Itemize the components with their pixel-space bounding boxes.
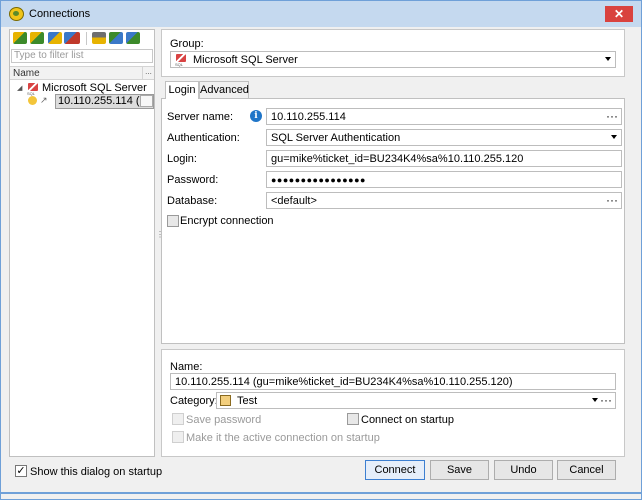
active-connection-label: Make it the active connection on startup: [186, 432, 380, 444]
add-group-icon[interactable]: [30, 32, 44, 44]
password-field[interactable]: ●●●●●●●●●●●●●●●●: [266, 171, 622, 188]
show-dialog-checkbox[interactable]: ✓: [15, 465, 27, 477]
sql-server-icon: SQL: [175, 54, 187, 67]
app-icon: [9, 7, 24, 21]
server-name-value: 10.110.255.114: [271, 111, 346, 123]
group-select-value: Microsoft SQL Server: [193, 54, 298, 66]
save-password-checkbox[interactable]: [172, 413, 184, 425]
undo-button[interactable]: Undo: [494, 460, 553, 480]
authentication-value: SQL Server Authentication: [271, 132, 401, 144]
password-label: Password:: [167, 174, 219, 186]
sql-server-icon: SQL: [27, 83, 39, 96]
tree-group-label[interactable]: Microsoft SQL Server: [42, 82, 147, 94]
authentication-label: Authentication:: [167, 132, 240, 144]
category-more-button[interactable]: ···: [600, 393, 612, 408]
chevron-down-icon: [605, 57, 611, 61]
name-field[interactable]: 10.110.255.114 (gu=mike%ticket_id=BU234K…: [170, 373, 616, 390]
name-column-label: Name: [13, 68, 40, 79]
login-panel: Server name: i 10.110.255.114 ··· Authen…: [161, 98, 625, 344]
tab-login[interactable]: Login: [165, 81, 199, 99]
group-label: Group:: [170, 38, 204, 50]
password-value: ●●●●●●●●●●●●●●●●: [271, 175, 366, 185]
active-connection-checkbox[interactable]: [172, 431, 184, 443]
chevron-down-icon: [611, 135, 617, 139]
name-label: Name:: [170, 361, 203, 373]
login-label: Login:: [167, 153, 197, 165]
save-button[interactable]: Save: [430, 460, 489, 480]
group-select[interactable]: SQL Microsoft SQL Server: [170, 51, 616, 68]
tree-connection-label: 10.110.255.114 (...: [58, 95, 149, 107]
save-password-label: Save password: [186, 414, 262, 426]
encrypt-connection-label: Encrypt connection: [180, 215, 274, 227]
database-field[interactable]: <default> ···: [266, 192, 622, 209]
database-value: <default>: [271, 195, 317, 207]
plug-icon: ↗: [40, 95, 48, 105]
category-color-swatch: [220, 395, 231, 406]
properties-icon[interactable]: [92, 32, 106, 44]
connect-on-startup-label: Connect on startup: [361, 414, 454, 426]
connections-dialog: Connections ✕ Type to filter list Name .…: [0, 0, 642, 500]
window-title: Connections: [29, 8, 91, 20]
delete-icon[interactable]: [64, 32, 80, 44]
title-bar: Connections ✕: [1, 1, 641, 27]
authentication-select[interactable]: SQL Server Authentication: [266, 129, 622, 146]
import-icon[interactable]: [109, 32, 123, 44]
close-button[interactable]: ✕: [605, 6, 633, 22]
info-icon[interactable]: i: [250, 110, 262, 122]
tab-advanced[interactable]: Advanced: [199, 81, 249, 99]
filter-input[interactable]: Type to filter list: [11, 49, 153, 63]
column-options-button[interactable]: ...: [142, 67, 154, 79]
show-dialog-label: Show this dialog on startup: [30, 466, 163, 478]
connection-details-section: Name: 10.110.255.114 (gu=mike%ticket_id=…: [161, 349, 625, 457]
category-select[interactable]: Test ···: [216, 392, 616, 409]
connect-on-startup-checkbox[interactable]: [347, 413, 359, 425]
login-value: gu=mike%ticket_id=BU234K4%sa%10.110.255.…: [271, 153, 524, 165]
name-value: 10.110.255.114 (gu=mike%ticket_id=BU234K…: [175, 376, 513, 388]
bottom-accent-line: [1, 492, 641, 494]
connection-toolbar: [10, 30, 154, 48]
browse-servers-button[interactable]: ···: [606, 109, 618, 124]
login-field[interactable]: gu=mike%ticket_id=BU234K4%sa%10.110.255.…: [266, 150, 622, 167]
server-name-field[interactable]: 10.110.255.114 ···: [266, 108, 622, 125]
list-column-header: Name ...: [10, 66, 154, 80]
encrypt-connection-checkbox[interactable]: [167, 215, 179, 227]
category-label: Category:: [170, 395, 218, 407]
cancel-button[interactable]: Cancel: [557, 460, 616, 480]
splitter-handle[interactable]: ⋮: [156, 231, 164, 239]
category-value: Test: [237, 395, 258, 407]
chevron-down-icon[interactable]: [592, 398, 598, 402]
browse-databases-button[interactable]: ···: [606, 193, 618, 208]
connect-icon[interactable]: [48, 32, 62, 44]
export-icon[interactable]: [126, 32, 140, 44]
connection-item-more-button[interactable]: [140, 95, 153, 107]
server-name-label: Server name:: [167, 111, 234, 123]
toolbar-separator: [86, 32, 87, 45]
group-section: Group: SQL Microsoft SQL Server: [161, 29, 625, 77]
database-label: Database:: [167, 195, 218, 207]
connect-button[interactable]: Connect: [365, 460, 425, 480]
status-dot-icon: [28, 96, 37, 105]
add-connection-icon[interactable]: [13, 32, 27, 44]
tree-collapse-arrow[interactable]: ◢: [17, 84, 22, 92]
